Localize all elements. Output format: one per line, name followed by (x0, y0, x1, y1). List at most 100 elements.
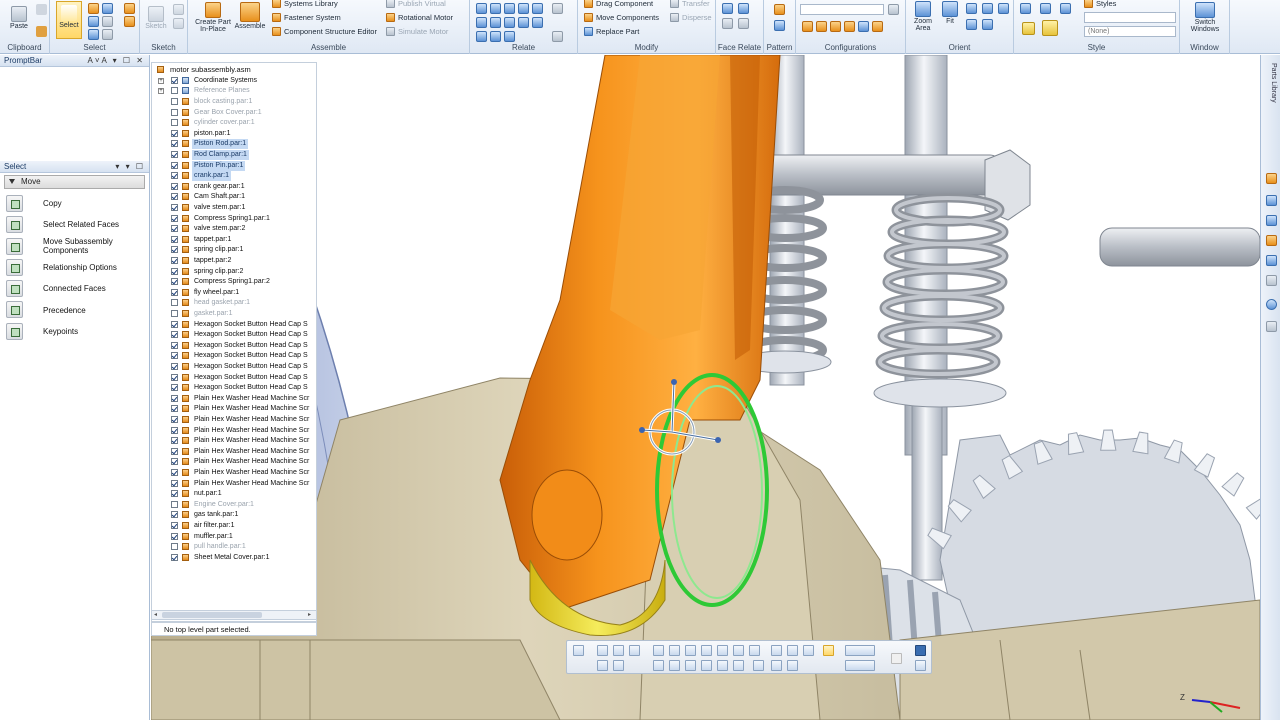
tree-item[interactable]: crank gear.par:1 (152, 182, 316, 193)
tree-item[interactable]: Hexagon Socket Button Head Cap S (152, 351, 316, 362)
visibility-checkbox[interactable] (171, 522, 178, 529)
simulate-motor-button[interactable]: Simulate Motor (386, 27, 448, 36)
tree-item[interactable]: pull handle.par:1 (152, 542, 316, 553)
paste-button[interactable]: Paste (6, 6, 32, 30)
search-icon[interactable] (891, 653, 902, 664)
fastener-system-button[interactable]: Fastener System (272, 13, 341, 22)
relate-options-icon[interactable] (552, 3, 563, 14)
visibility-checkbox[interactable] (171, 246, 178, 254)
relate-helper-icon[interactable] (552, 31, 563, 42)
shaded-view-icon[interactable] (1020, 3, 1031, 14)
match-coordinate-icon[interactable] (476, 31, 487, 42)
tree-item[interactable]: Hexagon Socket Button Head Cap S (152, 362, 316, 373)
disperse-button[interactable]: Disperse (670, 13, 712, 22)
dock-tab-icon[interactable] (1266, 255, 1277, 266)
visibility-checkbox[interactable] (171, 108, 178, 116)
mirror-icon[interactable] (774, 20, 785, 31)
tree-item[interactable]: spring clip.par:2 (152, 267, 316, 278)
tree-item[interactable]: valve stem.par:2 (152, 224, 316, 235)
tree-item[interactable]: Plain Hex Washer Head Machine Scr (152, 479, 316, 490)
undo-icon[interactable] (573, 645, 584, 656)
visibility-checkbox[interactable] (171, 373, 178, 381)
tree-item[interactable]: Plain Hex Washer Head Machine Scr (152, 457, 316, 468)
wireframe-icon[interactable] (1060, 3, 1071, 14)
gear-icon[interactable] (532, 17, 543, 28)
select-panel-controls[interactable]: ▾ ▾ ☐ (115, 161, 145, 173)
visibility-checkbox[interactable] (171, 193, 178, 201)
visibility-checkbox[interactable] (171, 214, 178, 222)
rotational-motor-button[interactable]: Rotational Motor (386, 13, 453, 22)
move-option-icon[interactable] (685, 645, 696, 656)
publish-virtual-button[interactable]: Publish Virtual (386, 0, 446, 8)
mate-icon[interactable] (476, 3, 487, 14)
tree-item[interactable]: Plain Hex Washer Head Machine Scr (152, 404, 316, 415)
config-icon[interactable] (858, 21, 869, 32)
pattern-icon[interactable] (774, 4, 785, 15)
visibility-checkbox[interactable] (171, 76, 178, 84)
parts-library-tab[interactable]: Parts Library (1265, 63, 1277, 123)
move-option-icon[interactable] (771, 660, 782, 671)
select-face-icon[interactable] (88, 16, 99, 27)
axial-align-icon[interactable] (504, 3, 515, 14)
tree-item[interactable]: Sheet Metal Cover.par:1 (152, 553, 316, 564)
options-dropdown[interactable] (845, 645, 875, 656)
tree-item[interactable]: gas tank.par:1 (152, 510, 316, 521)
select-box-icon[interactable] (102, 3, 113, 14)
select-region-icon[interactable] (102, 29, 113, 40)
rigid-set-icon[interactable] (504, 31, 515, 42)
select-tool-button[interactable]: Select (56, 1, 82, 39)
visibility-checkbox[interactable] (171, 341, 178, 349)
move-option-icon[interactable] (717, 645, 728, 656)
visibility-checkbox[interactable] (171, 511, 178, 519)
move-option-icon[interactable] (653, 660, 664, 671)
tree-item[interactable]: Engine Cover.par:1 (152, 500, 316, 511)
visibility-checkbox[interactable] (171, 172, 178, 180)
visibility-checkbox[interactable] (171, 490, 178, 498)
visibility-checkbox[interactable] (171, 479, 178, 487)
face-relate-icon[interactable] (722, 18, 733, 29)
sketch-tool-icon[interactable] (173, 18, 184, 29)
face-relate-icon[interactable] (738, 3, 749, 14)
visibility-checkbox[interactable] (171, 500, 178, 508)
switch-windows-button[interactable]: Switch Windows (1186, 2, 1224, 33)
tree-item[interactable]: + Coordinate Systems (152, 76, 316, 87)
move-option-icon[interactable] (685, 660, 696, 671)
angle-icon[interactable] (476, 17, 487, 28)
tree-item[interactable]: Plain Hex Washer Head Machine Scr (152, 394, 316, 405)
tree-item[interactable]: cylinder cover.par:1 (152, 118, 316, 129)
move-option-icon[interactable] (669, 645, 680, 656)
expand-toggle[interactable]: + (158, 88, 164, 95)
help-icon[interactable] (1266, 299, 1277, 310)
tree-item[interactable]: Plain Hex Washer Head Machine Scr (152, 468, 316, 479)
move-option-icon[interactable] (771, 645, 782, 656)
visibility-checkbox[interactable] (171, 140, 178, 148)
tree-item[interactable]: Rod Clamp.par:1 (152, 150, 316, 161)
options-dropdown[interactable] (845, 660, 875, 671)
zoom-icon[interactable] (966, 3, 977, 14)
tree-item[interactable]: Plain Hex Washer Head Machine Scr (152, 447, 316, 458)
step-icon[interactable] (597, 645, 608, 656)
select-filter-icon[interactable] (88, 3, 99, 14)
style-filter-dropdown[interactable] (1084, 12, 1176, 23)
connect-icon[interactable] (532, 3, 543, 14)
scroll-right-arrow[interactable]: ▸ (308, 612, 314, 618)
assemble-button[interactable]: Assemble (234, 2, 266, 30)
dock-tab-icon[interactable] (1266, 195, 1277, 206)
visibility-checkbox[interactable] (171, 405, 178, 413)
move-option-icon[interactable] (717, 660, 728, 671)
accept-icon[interactable] (915, 645, 926, 656)
relationship-options-command[interactable]: Relationship Options (0, 257, 149, 278)
tree-root[interactable]: motor subassembly.asm (152, 65, 316, 76)
visibility-checkbox[interactable] (171, 543, 178, 551)
tree-item[interactable]: Hexagon Socket Button Head Cap S (152, 373, 316, 384)
config-icon[interactable] (802, 21, 813, 32)
scroll-thumb[interactable] (162, 612, 262, 618)
step-icon[interactable] (629, 645, 640, 656)
replace-part-button[interactable]: Replace Part (584, 27, 639, 36)
tree-item[interactable]: head gasket.par:1 (152, 298, 316, 309)
tree-item[interactable]: Plain Hex Washer Head Machine Scr (152, 436, 316, 447)
config-options-icon[interactable] (888, 4, 899, 15)
tree-item[interactable]: Plain Hex Washer Head Machine Scr (152, 415, 316, 426)
parallel-icon[interactable] (518, 17, 529, 28)
tree-item[interactable]: Compress Spring1.par:2 (152, 277, 316, 288)
